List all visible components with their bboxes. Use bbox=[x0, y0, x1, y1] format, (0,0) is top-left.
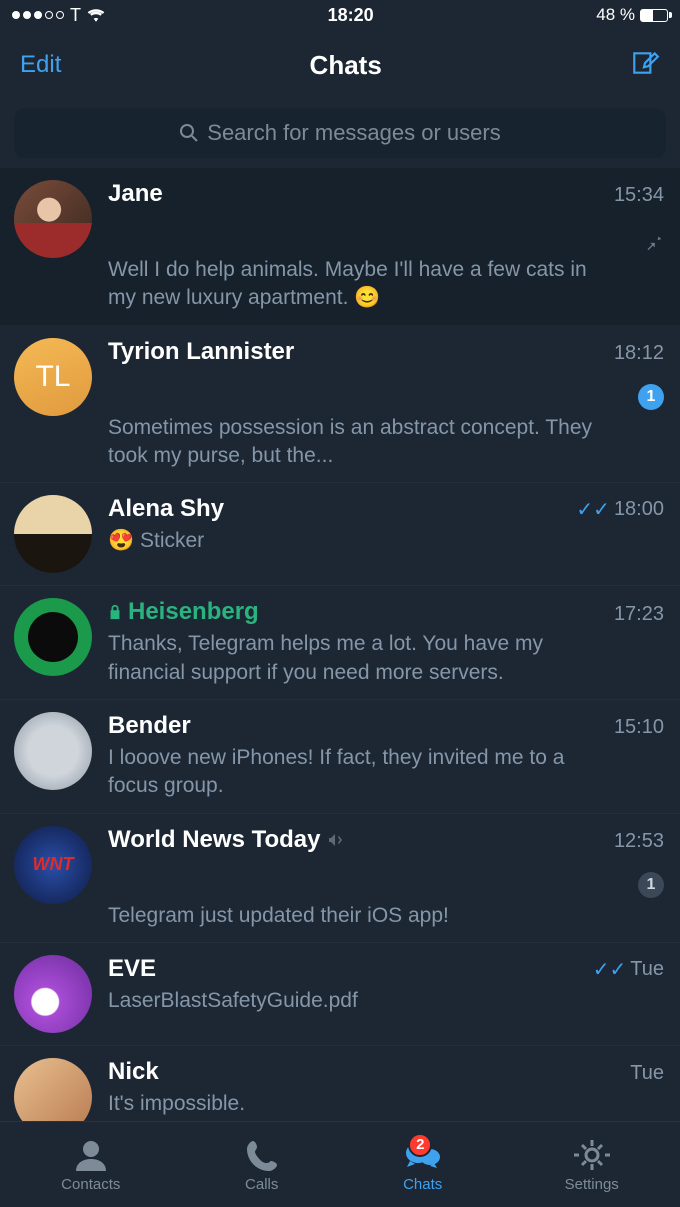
chat-message: Sometimes possession is an abstract conc… bbox=[108, 414, 620, 471]
avatar: WNT bbox=[14, 826, 92, 904]
chat-time: 15:34 bbox=[614, 184, 664, 207]
battery-percent: 48 % bbox=[596, 5, 635, 25]
avatar bbox=[14, 180, 92, 258]
wifi-icon bbox=[87, 8, 105, 22]
chat-name: Jane bbox=[108, 180, 163, 208]
mute-icon bbox=[326, 832, 342, 848]
chat-time: 17:23 bbox=[614, 603, 664, 626]
status-left: T bbox=[12, 5, 105, 26]
chat-name: Alena Shy bbox=[108, 495, 224, 523]
search-input[interactable]: Search for messages or users bbox=[14, 108, 666, 158]
unread-badge: 1 bbox=[638, 384, 664, 410]
chat-message: I looove new iPhones! If fact, they invi… bbox=[108, 744, 620, 801]
tab-contacts[interactable]: Contacts bbox=[61, 1137, 120, 1193]
status-right: 48 % bbox=[596, 5, 668, 25]
avatar bbox=[14, 495, 92, 573]
tab-calls[interactable]: Calls bbox=[243, 1137, 281, 1193]
chat-time: Tue bbox=[630, 1062, 664, 1085]
avatar bbox=[14, 712, 92, 790]
tab-bar: Contacts Calls 2 Chats Settings bbox=[0, 1121, 680, 1207]
chat-list: Jane 15:34 Well I do help animals. Maybe… bbox=[0, 168, 680, 1149]
compose-icon bbox=[630, 48, 660, 78]
chat-row[interactable]: Jane 15:34 Well I do help animals. Maybe… bbox=[0, 168, 680, 326]
chat-name: Tyrion Lannister bbox=[108, 338, 294, 366]
battery-icon bbox=[640, 9, 668, 22]
avatar: TL bbox=[14, 338, 92, 416]
chat-row[interactable]: WNT World News Today 12:53 1 Telegram ju… bbox=[0, 814, 680, 943]
chat-message: Well I do help animals. Maybe I'll have … bbox=[108, 256, 620, 313]
search-icon bbox=[179, 123, 199, 143]
avatar-initials: TL bbox=[35, 360, 70, 394]
chat-time: 12:53 bbox=[614, 830, 664, 853]
calls-icon bbox=[243, 1137, 281, 1173]
chat-time: ✓✓ 18:00 bbox=[576, 497, 664, 522]
chat-time: ✓✓ Tue bbox=[593, 957, 664, 982]
tab-label: Chats bbox=[403, 1176, 442, 1193]
pin-icon bbox=[642, 230, 664, 252]
tab-label: Calls bbox=[245, 1176, 278, 1193]
chat-name: Nick bbox=[108, 1058, 159, 1086]
avatar bbox=[14, 598, 92, 676]
chat-message: It's impossible. bbox=[108, 1090, 620, 1118]
lock-icon bbox=[108, 604, 122, 620]
chat-row[interactable]: EVE ✓✓ Tue LaserBlastSafetyGuide.pdf bbox=[0, 943, 680, 1046]
tab-label: Settings bbox=[565, 1176, 619, 1193]
status-time: 18:20 bbox=[328, 5, 374, 26]
read-check-icon: ✓✓ bbox=[593, 957, 627, 982]
compose-button[interactable] bbox=[630, 48, 660, 83]
chat-row[interactable]: Heisenberg 17:23 Thanks, Telegram helps … bbox=[0, 586, 680, 700]
tab-label: Contacts bbox=[61, 1176, 120, 1193]
carrier-label: T bbox=[70, 5, 81, 26]
edit-button[interactable]: Edit bbox=[20, 51, 61, 79]
tab-chats[interactable]: 2 Chats bbox=[403, 1137, 442, 1193]
chat-row[interactable]: Alena Shy ✓✓ 18:00 😍 Sticker bbox=[0, 483, 680, 586]
read-check-icon: ✓✓ bbox=[576, 497, 610, 522]
chat-time: 18:12 bbox=[614, 342, 664, 365]
signal-strength-icon bbox=[12, 11, 64, 19]
chat-row[interactable]: Bender 15:10 I looove new iPhones! If fa… bbox=[0, 700, 680, 814]
chat-name: Heisenberg bbox=[108, 598, 259, 626]
nav-bar: Edit Chats bbox=[0, 30, 680, 100]
settings-icon bbox=[573, 1137, 611, 1173]
page-title: Chats bbox=[310, 50, 382, 81]
chat-row[interactable]: TL Tyrion Lannister 18:12 1 Sometimes po… bbox=[0, 326, 680, 484]
search-placeholder: Search for messages or users bbox=[207, 120, 500, 146]
tab-settings[interactable]: Settings bbox=[565, 1137, 619, 1193]
chat-name: EVE bbox=[108, 955, 156, 983]
chat-time: 15:10 bbox=[614, 716, 664, 739]
contacts-icon bbox=[72, 1137, 110, 1173]
chat-message: LaserBlastSafetyGuide.pdf bbox=[108, 987, 620, 1015]
chat-message: Thanks, Telegram helps me a lot. You hav… bbox=[108, 630, 620, 687]
avatar bbox=[14, 955, 92, 1033]
chat-message: Telegram just updated their iOS app! bbox=[108, 902, 620, 930]
chat-name: World News Today bbox=[108, 826, 342, 854]
status-bar: T 18:20 48 % bbox=[0, 0, 680, 30]
tab-badge: 2 bbox=[408, 1133, 432, 1157]
chat-name: Bender bbox=[108, 712, 191, 740]
unread-badge: 1 bbox=[638, 872, 664, 898]
chat-message: 😍 Sticker bbox=[108, 527, 620, 555]
